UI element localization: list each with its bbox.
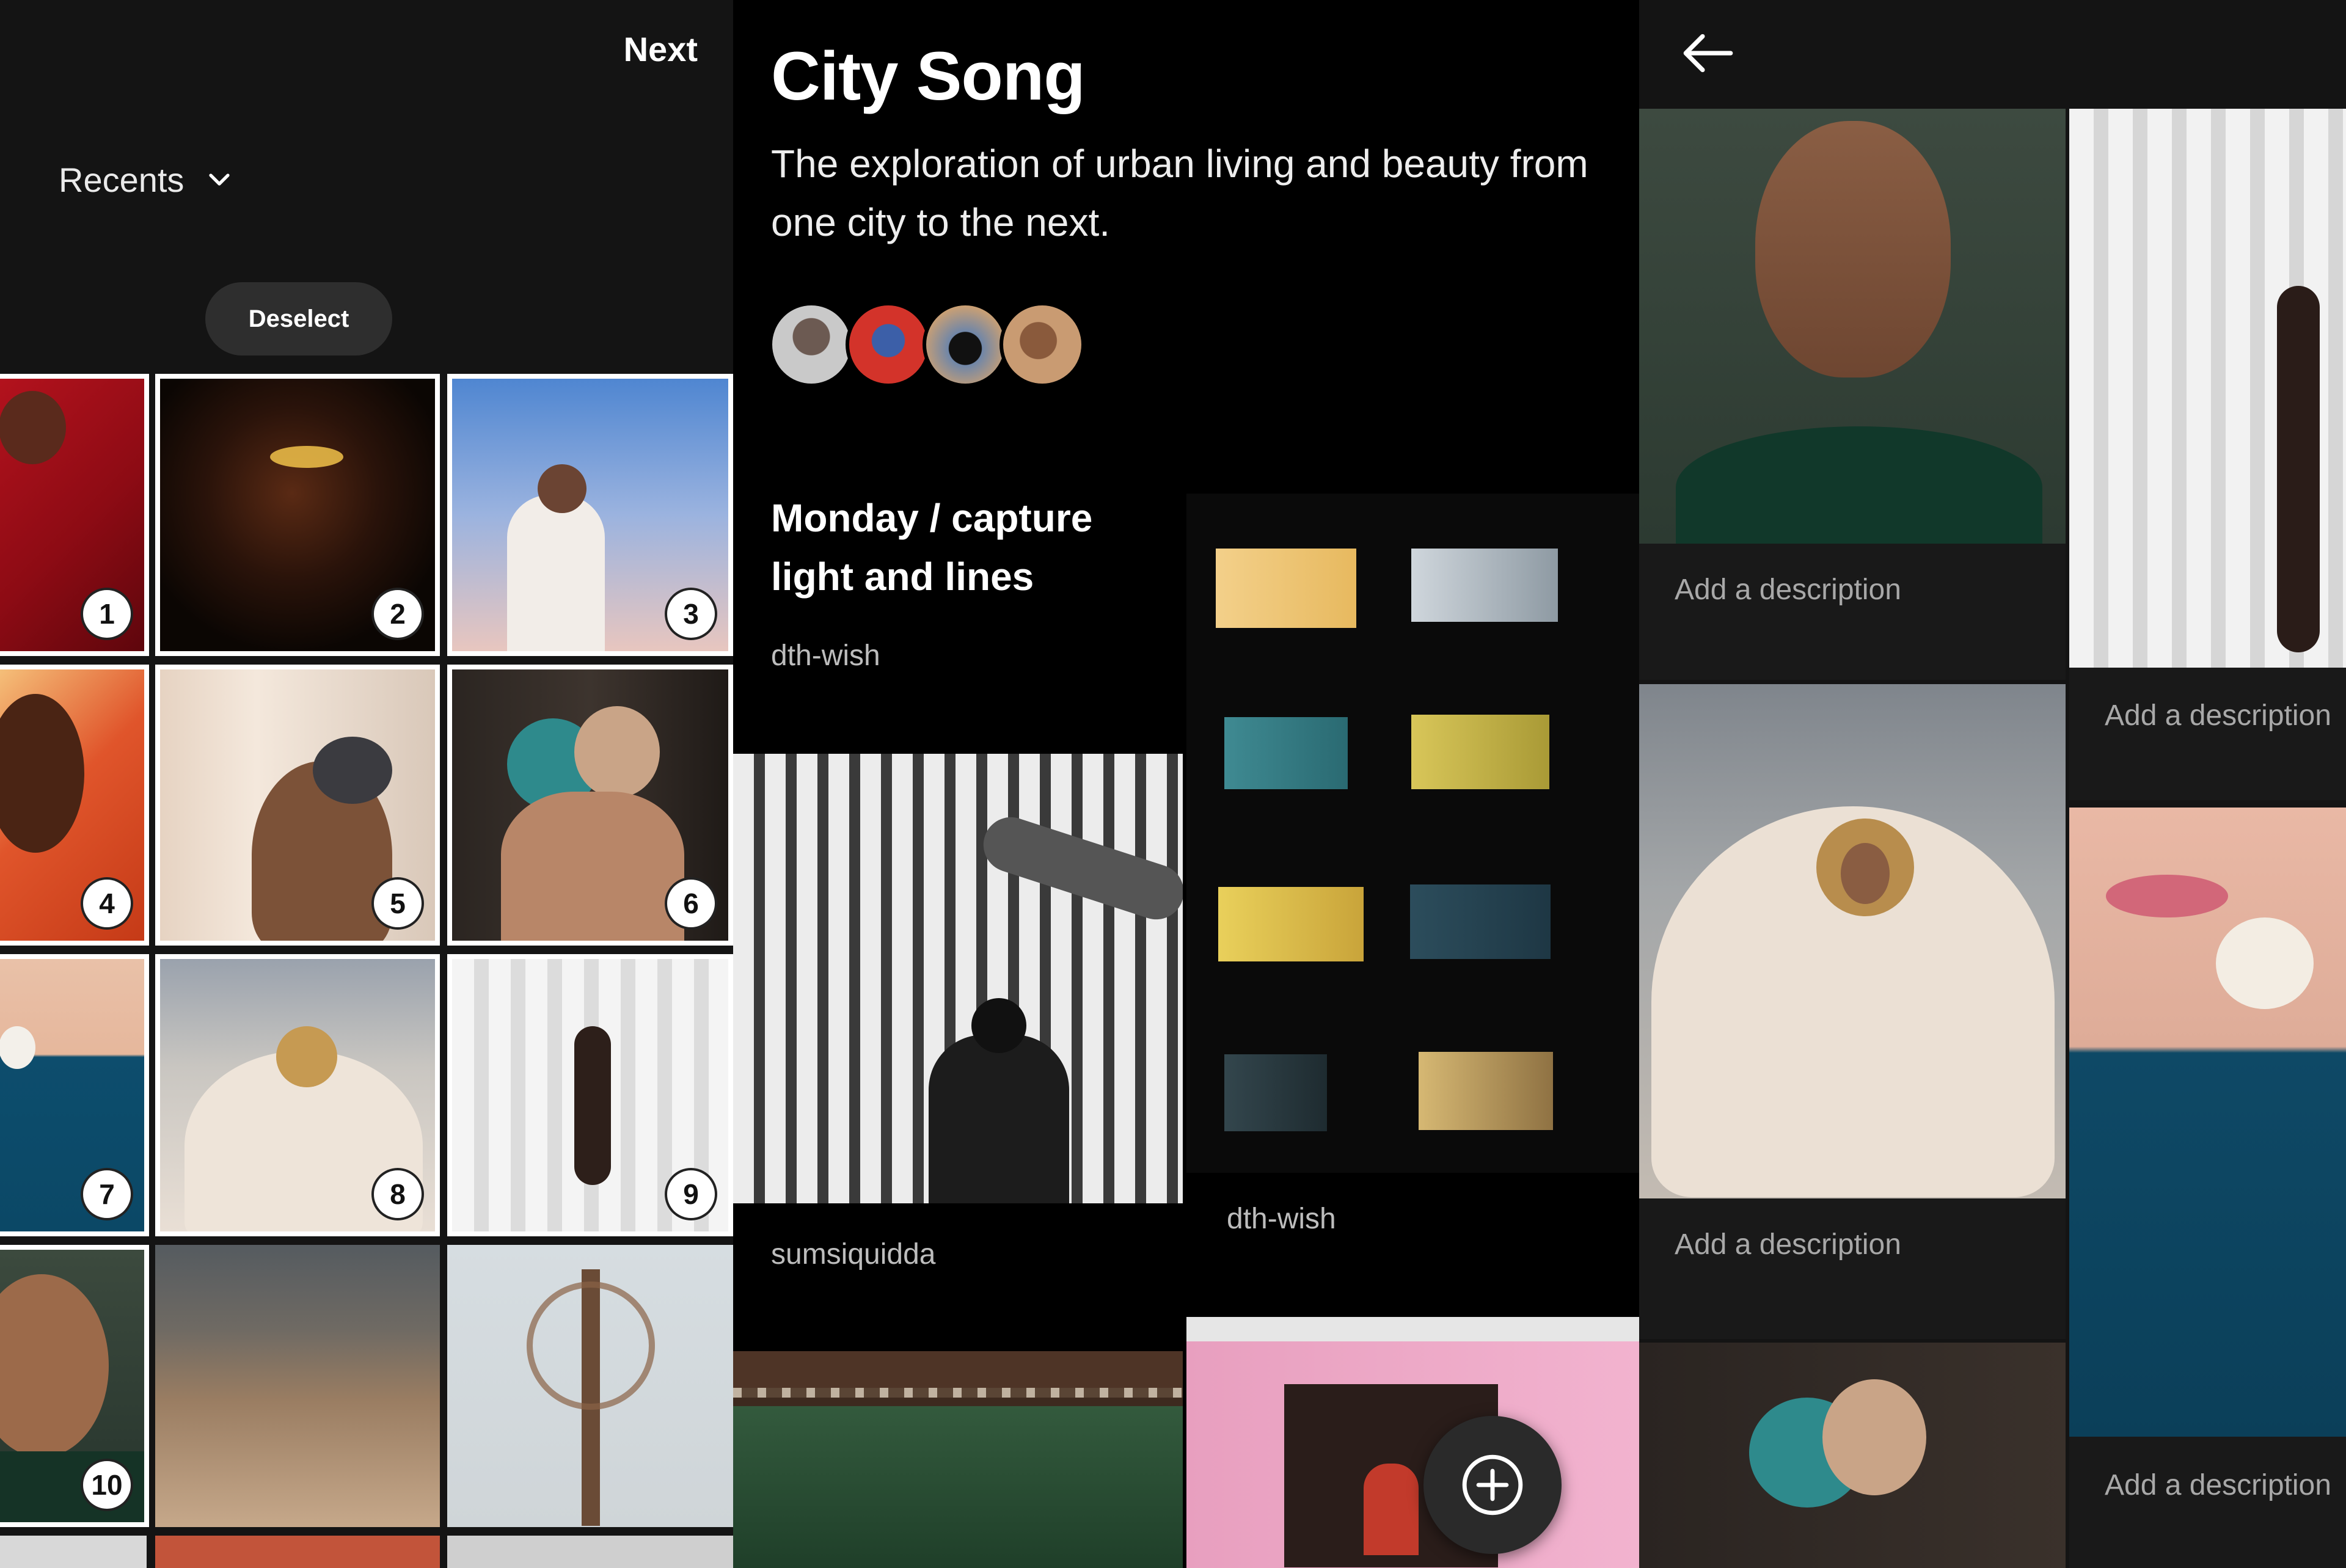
photo-card: Add a description bbox=[2069, 808, 2346, 1568]
selection-badge: 3 bbox=[667, 590, 715, 638]
photo-striped-wall[interactable] bbox=[733, 754, 1183, 1203]
photo-tile[interactable] bbox=[447, 1536, 733, 1568]
photo-tile[interactable]: 1 bbox=[0, 374, 149, 656]
photo-card: Add a description bbox=[1639, 684, 2066, 1339]
deselect-button[interactable]: Deselect bbox=[205, 282, 392, 356]
photo-tile[interactable]: 3 bbox=[447, 374, 733, 656]
photo-credit[interactable]: dth-wish bbox=[771, 639, 880, 673]
photo-tile[interactable]: 6 bbox=[447, 665, 733, 946]
album-label: Recents bbox=[59, 161, 185, 199]
section-title: Monday / capture light and lines bbox=[771, 496, 1093, 599]
photo-tile[interactable]: 4 bbox=[0, 665, 149, 946]
photo-tile[interactable] bbox=[0, 1536, 147, 1568]
photo-dress-sky[interactable] bbox=[1639, 684, 2066, 1198]
photo-couple[interactable] bbox=[1639, 1343, 2066, 1568]
photo-tile[interactable]: 5 bbox=[155, 665, 440, 946]
selection-badge: 2 bbox=[374, 590, 422, 638]
description-editor-panel: Add a description Add a description Add … bbox=[1639, 0, 2346, 1568]
next-button[interactable]: Next bbox=[624, 29, 698, 69]
album-selector[interactable]: Recents bbox=[59, 160, 234, 200]
photo-curtain[interactable] bbox=[2069, 109, 2346, 668]
add-description-field[interactable]: Add a description bbox=[2105, 699, 2331, 732]
add-description-field[interactable]: Add a description bbox=[2105, 1468, 2331, 1502]
photo-credit[interactable]: dth-wish bbox=[1227, 1202, 1336, 1236]
selection-badge: 4 bbox=[83, 880, 131, 927]
selection-badge: 6 bbox=[667, 880, 715, 927]
selection-badge: 7 bbox=[83, 1170, 131, 1218]
photo-credit[interactable]: sumsiquidda bbox=[771, 1238, 935, 1271]
photo-portrait-man[interactable] bbox=[1639, 109, 2066, 544]
photo-tile[interactable] bbox=[155, 1245, 440, 1527]
photo-card: Add a description bbox=[1639, 109, 2066, 680]
photo-tile[interactable]: 9 bbox=[447, 954, 733, 1236]
photo-tile[interactable]: 2 bbox=[155, 374, 440, 656]
photo-tile[interactable]: 10 bbox=[0, 1245, 149, 1527]
selection-badge: 10 bbox=[83, 1461, 131, 1509]
add-description-field[interactable]: Add a description bbox=[1675, 573, 1901, 607]
back-arrow-icon[interactable] bbox=[1675, 20, 1742, 87]
photo-tile[interactable]: 8 bbox=[155, 954, 440, 1236]
story-panel: City Song The exploration of urban livin… bbox=[733, 0, 1639, 1568]
photo-night-windows[interactable] bbox=[1186, 494, 1639, 1173]
story-title: City Song bbox=[771, 38, 1086, 114]
selection-badge: 1 bbox=[83, 590, 131, 638]
photo-tile[interactable] bbox=[447, 1245, 733, 1527]
avatar[interactable] bbox=[923, 302, 1008, 387]
avatar[interactable] bbox=[999, 302, 1085, 387]
photo-tile[interactable] bbox=[155, 1536, 440, 1568]
photo-flower-lips[interactable] bbox=[2069, 808, 2346, 1437]
chevron-down-icon bbox=[209, 173, 230, 186]
avatar[interactable] bbox=[769, 302, 854, 387]
selection-badge: 5 bbox=[374, 880, 422, 927]
photo-tile[interactable]: 7 bbox=[0, 954, 149, 1236]
photo-picker-panel: Next Recents Deselect 1 2 3 4 5 6 7 8 9 … bbox=[0, 0, 733, 1568]
add-circle-icon bbox=[1462, 1454, 1523, 1515]
add-button[interactable] bbox=[1423, 1416, 1562, 1554]
story-description: The exploration of urban living and beau… bbox=[771, 142, 1588, 244]
collaborator-avatars[interactable] bbox=[769, 302, 1085, 387]
selection-badge: 9 bbox=[667, 1170, 715, 1218]
avatar[interactable] bbox=[846, 302, 931, 387]
photo-card: Add a description bbox=[2069, 109, 2346, 800]
photo-pink-stall[interactable] bbox=[1186, 1317, 1639, 1568]
selection-badge: 8 bbox=[374, 1170, 422, 1218]
add-description-field[interactable]: Add a description bbox=[1675, 1228, 1901, 1261]
photo-courtyard[interactable] bbox=[733, 1351, 1183, 1568]
